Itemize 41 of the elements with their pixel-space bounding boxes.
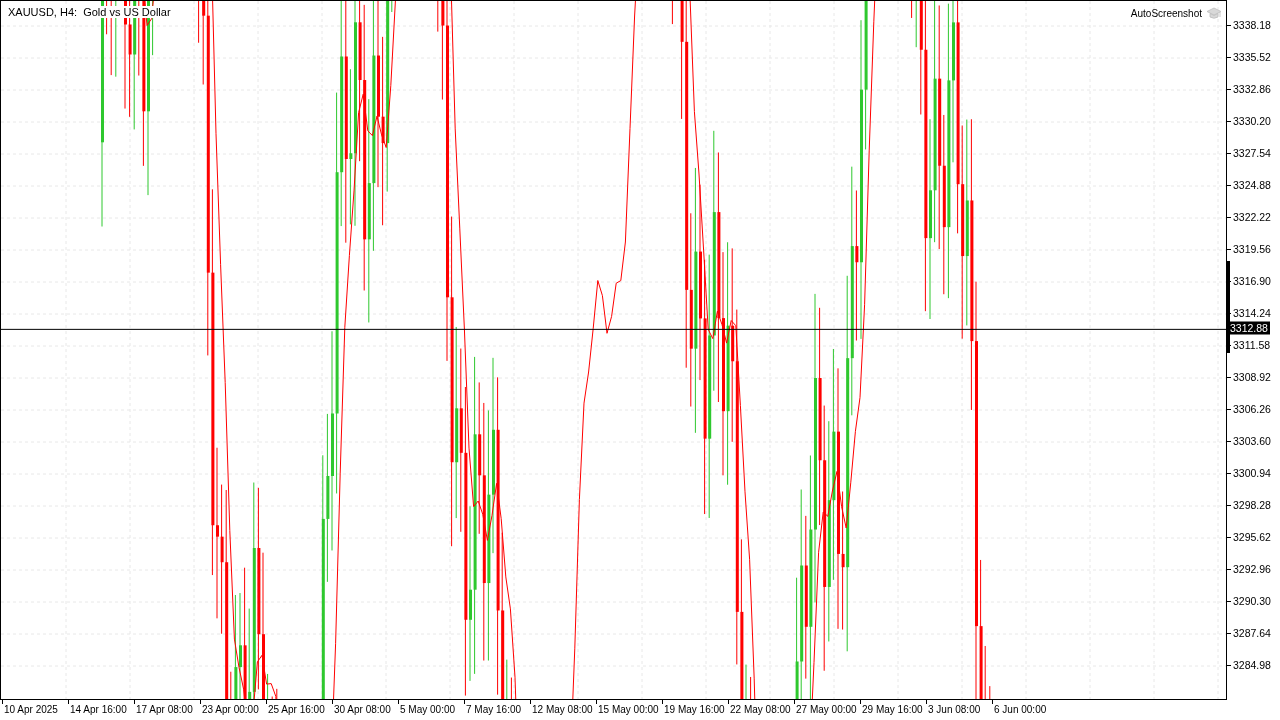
price-label: 3314.24 bbox=[1233, 307, 1271, 319]
price-label: 3298.28 bbox=[1233, 499, 1271, 511]
chart-title: XAUUSD, H4: Gold vs US Dollar bbox=[6, 6, 173, 18]
price-label: 3311.58 bbox=[1233, 339, 1271, 351]
time-label: 27 May 00:00 bbox=[794, 700, 860, 720]
time-label: 22 May 08:00 bbox=[728, 700, 794, 720]
time-label: 15 May 00:00 bbox=[596, 700, 662, 720]
current-price-tag: 3312.88 bbox=[1228, 321, 1270, 335]
time-label: 14 Apr 16:00 bbox=[68, 700, 134, 720]
price-label: 3290.30 bbox=[1233, 595, 1271, 607]
time-label: 30 Apr 08:00 bbox=[332, 700, 398, 720]
price-label: 3292.96 bbox=[1233, 563, 1271, 575]
time-label: 25 Apr 16:00 bbox=[266, 700, 332, 720]
time-label: 3 Jun 08:00 bbox=[926, 700, 992, 720]
price-label: 3306.26 bbox=[1233, 403, 1271, 415]
time-label: 5 May 00:00 bbox=[398, 700, 464, 720]
time-label: 19 May 16:00 bbox=[662, 700, 728, 720]
time-label: 17 Apr 08:00 bbox=[134, 700, 200, 720]
price-label: 3295.62 bbox=[1233, 531, 1271, 543]
time-label: 6 Jun 00:00 bbox=[992, 700, 1058, 720]
graduation-cap-icon bbox=[1206, 7, 1222, 20]
price-label: 3287.64 bbox=[1233, 627, 1271, 639]
price-label: 3332.86 bbox=[1233, 83, 1271, 95]
price-label: 3338.18 bbox=[1233, 19, 1271, 31]
price-label: 3322.22 bbox=[1233, 211, 1271, 223]
time-label: 10 Apr 2025 bbox=[2, 700, 68, 720]
price-label: 3330.20 bbox=[1233, 115, 1271, 127]
time-label: 23 Apr 00:00 bbox=[200, 700, 266, 720]
price-label: 3300.94 bbox=[1233, 467, 1271, 479]
price-label: 3335.52 bbox=[1233, 51, 1271, 63]
price-label: 3319.56 bbox=[1233, 243, 1271, 255]
time-label: 29 May 16:00 bbox=[860, 700, 926, 720]
price-label: 3316.90 bbox=[1233, 275, 1271, 287]
price-label: 3284.98 bbox=[1233, 659, 1271, 671]
price-label: 3324.88 bbox=[1233, 179, 1271, 191]
time-label: 12 May 08:00 bbox=[530, 700, 596, 720]
watermark-label: AutoScreenshot bbox=[1130, 8, 1202, 19]
price-label: 3308.92 bbox=[1233, 371, 1271, 383]
price-label: 3303.60 bbox=[1233, 435, 1271, 447]
time-label: 7 May 16:00 bbox=[464, 700, 530, 720]
price-label: 3327.54 bbox=[1233, 147, 1271, 159]
